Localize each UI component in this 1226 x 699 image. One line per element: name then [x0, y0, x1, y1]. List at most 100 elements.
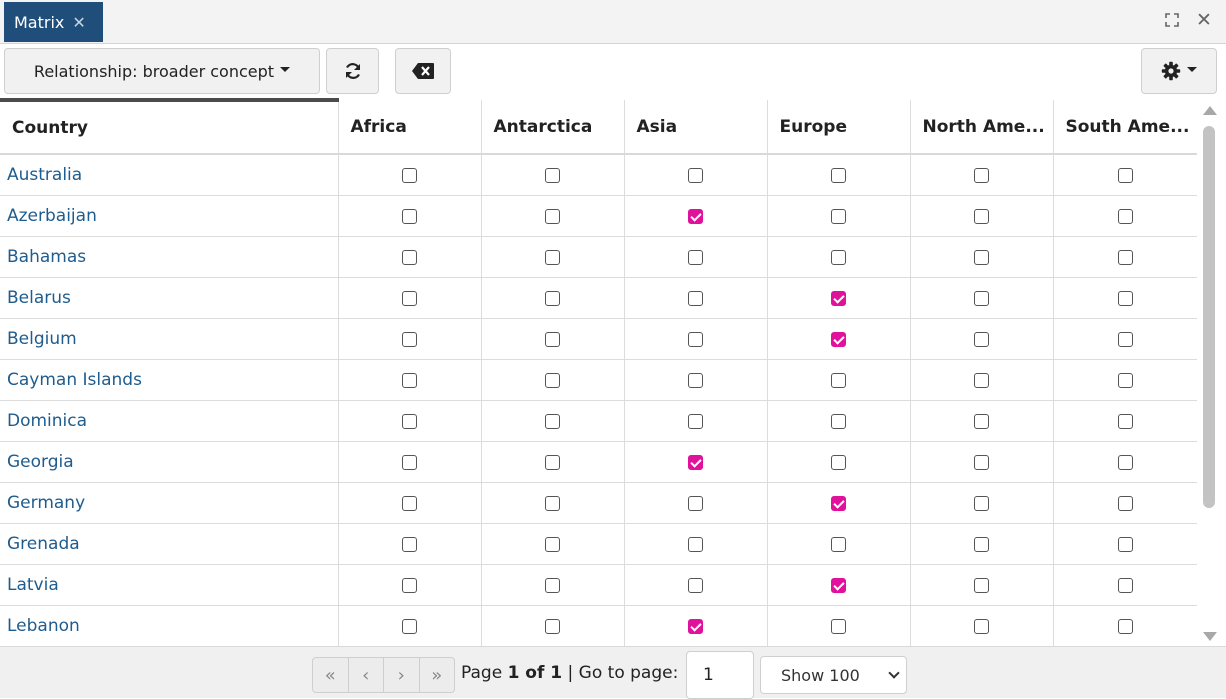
checkbox-unchecked[interactable] — [688, 537, 703, 552]
checkbox-unchecked[interactable] — [974, 414, 989, 429]
checkbox-unchecked[interactable] — [974, 619, 989, 634]
tab-close-icon[interactable]: ✕ — [72, 13, 85, 32]
country-name-link[interactable]: Latvia — [0, 564, 339, 606]
settings-dropdown-button[interactable] — [1141, 48, 1217, 94]
expand-icon[interactable] — [1162, 10, 1182, 30]
checkbox-unchecked[interactable] — [688, 578, 703, 593]
checkbox-checked[interactable] — [688, 209, 703, 224]
checkbox-unchecked[interactable] — [688, 373, 703, 388]
checkbox-unchecked[interactable] — [402, 332, 417, 347]
checkbox-unchecked[interactable] — [545, 414, 560, 429]
checkbox-unchecked[interactable] — [831, 619, 846, 634]
checkbox-unchecked[interactable] — [831, 209, 846, 224]
checkbox-unchecked[interactable] — [1117, 455, 1133, 470]
country-name-link[interactable]: Bahamas — [0, 236, 339, 278]
close-window-icon[interactable]: ✕ — [1194, 9, 1214, 31]
checkbox-unchecked[interactable] — [974, 537, 989, 552]
country-name-link[interactable]: Lebanon — [0, 605, 339, 646]
checkbox-unchecked[interactable] — [402, 414, 417, 429]
checkbox-unchecked[interactable] — [545, 373, 560, 388]
scroll-down-icon[interactable] — [1203, 632, 1217, 641]
checkbox-unchecked[interactable] — [688, 496, 703, 511]
country-name-link[interactable]: Australia — [0, 154, 339, 196]
checkbox-unchecked[interactable] — [545, 168, 560, 184]
checkbox-unchecked[interactable] — [831, 455, 846, 470]
checkbox-unchecked[interactable] — [545, 250, 560, 265]
checkbox-unchecked[interactable] — [974, 496, 989, 511]
checkbox-unchecked[interactable] — [402, 619, 417, 634]
scroll-up-icon[interactable] — [1203, 106, 1217, 115]
column-header-6[interactable]: South Ame... — [1053, 100, 1197, 155]
checkbox-unchecked[interactable] — [545, 496, 560, 511]
country-name-link[interactable]: Azerbaijan — [0, 195, 339, 237]
checkbox-unchecked[interactable] — [1117, 537, 1133, 552]
checkbox-unchecked[interactable] — [402, 373, 417, 388]
checkbox-unchecked[interactable] — [974, 291, 989, 306]
checkbox-unchecked[interactable] — [831, 250, 846, 265]
vertical-scrollbar[interactable] — [1199, 98, 1221, 646]
scroll-thumb[interactable] — [1203, 126, 1215, 508]
checkbox-unchecked[interactable] — [688, 332, 703, 347]
country-name-link[interactable]: Germany — [0, 482, 339, 524]
checkbox-unchecked[interactable] — [402, 168, 417, 184]
checkbox-unchecked[interactable] — [1117, 578, 1133, 593]
checkbox-unchecked[interactable] — [545, 578, 560, 593]
prev-page-button[interactable]: ‹ — [349, 658, 384, 692]
checkbox-unchecked[interactable] — [545, 537, 560, 552]
clear-button[interactable] — [395, 48, 451, 94]
checkbox-unchecked[interactable] — [688, 291, 703, 306]
checkbox-unchecked[interactable] — [1117, 250, 1133, 265]
column-header-3[interactable]: Asia — [624, 100, 768, 155]
first-page-button[interactable]: « — [313, 658, 349, 692]
column-header-2[interactable]: Antarctica — [481, 100, 625, 155]
checkbox-unchecked[interactable] — [402, 209, 417, 224]
checkbox-unchecked[interactable] — [402, 291, 417, 306]
country-name-link[interactable]: Cayman Islands — [0, 359, 339, 401]
column-header-1[interactable]: Africa — [338, 100, 482, 155]
country-name-link[interactable]: Belarus — [0, 277, 339, 319]
checkbox-unchecked[interactable] — [402, 250, 417, 265]
checkbox-unchecked[interactable] — [1117, 291, 1133, 306]
checkbox-checked[interactable] — [831, 578, 846, 593]
checkbox-unchecked[interactable] — [1117, 619, 1133, 634]
checkbox-unchecked[interactable] — [402, 537, 417, 552]
checkbox-checked[interactable] — [831, 332, 846, 347]
goto-page-input[interactable] — [686, 651, 754, 699]
page-size-select[interactable]: Show 100 — [760, 656, 907, 694]
checkbox-unchecked[interactable] — [974, 332, 989, 347]
checkbox-unchecked[interactable] — [974, 455, 989, 470]
checkbox-unchecked[interactable] — [831, 168, 846, 184]
checkbox-unchecked[interactable] — [831, 537, 846, 552]
checkbox-checked[interactable] — [831, 496, 846, 511]
checkbox-unchecked[interactable] — [831, 414, 846, 429]
column-header-4[interactable]: Europe — [767, 100, 911, 155]
last-page-button[interactable]: » — [420, 658, 455, 692]
checkbox-unchecked[interactable] — [974, 250, 989, 265]
checkbox-unchecked[interactable] — [1117, 168, 1133, 184]
country-name-link[interactable]: Belgium — [0, 318, 339, 360]
checkbox-unchecked[interactable] — [1117, 373, 1133, 388]
checkbox-checked[interactable] — [688, 455, 703, 470]
country-name-link[interactable]: Dominica — [0, 400, 339, 442]
checkbox-unchecked[interactable] — [402, 578, 417, 593]
refresh-button[interactable] — [326, 48, 379, 94]
checkbox-unchecked[interactable] — [974, 168, 989, 184]
checkbox-unchecked[interactable] — [545, 291, 560, 306]
next-page-button[interactable]: › — [384, 658, 420, 692]
column-header-5[interactable]: North Ame... — [910, 100, 1054, 155]
checkbox-unchecked[interactable] — [688, 414, 703, 429]
checkbox-unchecked[interactable] — [1117, 414, 1133, 429]
country-name-link[interactable]: Georgia — [0, 441, 339, 483]
column-header-0[interactable]: Country — [0, 98, 339, 155]
checkbox-unchecked[interactable] — [974, 578, 989, 593]
checkbox-unchecked[interactable] — [1117, 332, 1133, 347]
checkbox-unchecked[interactable] — [545, 619, 560, 634]
checkbox-unchecked[interactable] — [974, 373, 989, 388]
checkbox-checked[interactable] — [831, 291, 846, 306]
checkbox-unchecked[interactable] — [545, 209, 560, 224]
checkbox-unchecked[interactable] — [688, 168, 703, 184]
checkbox-unchecked[interactable] — [402, 455, 417, 470]
checkbox-unchecked[interactable] — [545, 455, 560, 470]
checkbox-unchecked[interactable] — [545, 332, 560, 347]
tab-matrix[interactable]: Matrix ✕ — [4, 2, 103, 42]
